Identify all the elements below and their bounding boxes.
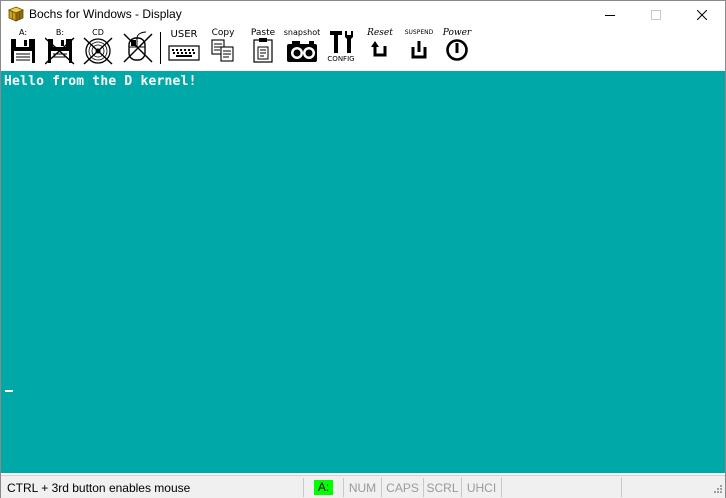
cdrom-button[interactable]: CD xyxy=(81,29,115,67)
paste-label: Paste xyxy=(250,28,276,38)
reset-arrow-icon xyxy=(371,41,387,57)
copy-icon xyxy=(211,39,234,62)
suspend-button[interactable]: SUSPEND xyxy=(401,29,437,67)
mouse-disabled-icon xyxy=(123,31,153,63)
console-text: Hello from the D kernel! xyxy=(4,74,197,89)
paste-button[interactable]: Paste xyxy=(247,29,279,67)
maximize-icon xyxy=(651,9,661,20)
window-controls xyxy=(587,1,725,28)
copy-button[interactable]: Copy xyxy=(207,29,239,67)
mouse-toggle-button[interactable] xyxy=(121,30,155,68)
reset-label: Reset xyxy=(367,28,393,38)
close-button[interactable] xyxy=(679,1,725,28)
toolbar: A: B: CD USER Copy Paste snapshot CONFIG… xyxy=(1,28,725,70)
bochs-window: Bochs for Windows - Display A: B: CD USE… xyxy=(0,0,726,498)
scroll-lock-indicator: SCRL xyxy=(423,478,461,497)
maximize-button xyxy=(633,1,679,28)
status-bar: CTRL + 3rd button enables mouse A: NUM C… xyxy=(1,475,725,498)
suspend-icon xyxy=(411,41,427,59)
bochs-cube-icon[interactable] xyxy=(7,6,25,22)
camera-icon xyxy=(287,41,317,62)
minimize-icon xyxy=(605,14,615,16)
config-label: CONFIG xyxy=(327,55,355,63)
clipboard-paste-icon xyxy=(253,38,273,63)
resize-grip-icon[interactable] xyxy=(711,484,723,496)
suspend-label: SUSPEND xyxy=(404,29,434,36)
floppy-b-button[interactable]: B: xyxy=(43,29,77,67)
cdrom-disabled-icon xyxy=(83,37,113,65)
text-cursor xyxy=(5,390,13,392)
status-empty-cell xyxy=(621,478,721,497)
status-message: CTRL + 3rd button enables mouse xyxy=(7,481,191,495)
toolbar-separator xyxy=(160,32,161,64)
power-label: Power xyxy=(442,28,472,38)
tools-config-icon xyxy=(330,31,353,53)
config-button[interactable]: CONFIG xyxy=(325,29,357,67)
snapshot-button[interactable]: snapshot xyxy=(283,29,321,67)
close-icon xyxy=(697,9,707,20)
floppy-b-label: B: xyxy=(55,28,65,37)
keyboard-icon xyxy=(168,45,200,61)
drive-a-indicator: A: xyxy=(313,480,334,495)
uhci-indicator: UHCI xyxy=(461,478,501,497)
cdrom-label: CD xyxy=(92,28,104,37)
minimize-button[interactable] xyxy=(587,1,633,28)
title-bar: Bochs for Windows - Display xyxy=(1,1,725,28)
floppy-a-label: A: xyxy=(18,28,28,37)
copy-label: Copy xyxy=(211,28,235,38)
power-button[interactable]: Power xyxy=(439,29,475,67)
drive-indicator-cell: A: xyxy=(303,478,343,497)
snapshot-label: snapshot xyxy=(283,28,321,37)
reset-button[interactable]: Reset xyxy=(363,29,397,67)
user-button[interactable]: USER xyxy=(167,29,201,67)
status-empty-cell xyxy=(501,478,621,497)
user-label: USER xyxy=(170,29,198,40)
caps-lock-indicator: CAPS xyxy=(381,478,423,497)
floppy-a-button[interactable]: A: xyxy=(7,29,39,67)
num-lock-indicator: NUM xyxy=(343,478,381,497)
emulator-display[interactable]: Hello from the D kernel! xyxy=(1,71,725,473)
floppy-disk-disabled-icon xyxy=(45,37,75,65)
window-title: Bochs for Windows - Display xyxy=(29,7,182,21)
power-icon xyxy=(446,39,468,61)
floppy-disk-icon xyxy=(11,39,35,63)
